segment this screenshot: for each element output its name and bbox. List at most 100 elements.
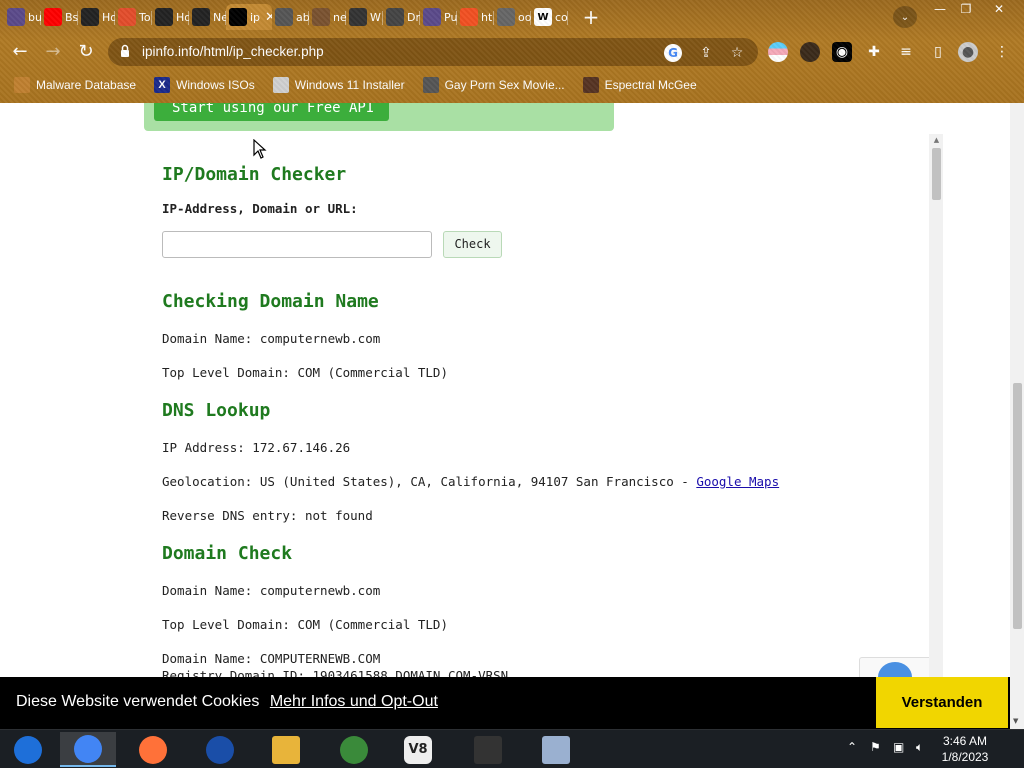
cookie-info-link[interactable]: Mehr Infos und Opt-Out	[270, 693, 438, 710]
v8-icon	[386, 8, 404, 26]
scroll-up-arrow-icon[interactable]: ▲	[932, 136, 941, 144]
domain-input[interactable]	[162, 231, 432, 258]
tab-3[interactable]: To	[115, 4, 152, 30]
taskbar-app-7[interactable]	[460, 732, 516, 767]
ipinfo-icon	[229, 8, 247, 26]
bookmark-label: Windows 11 Installer	[294, 78, 405, 92]
google-lens-icon[interactable]: G	[664, 44, 682, 62]
taskbar-app-4[interactable]	[258, 732, 314, 767]
avatar-icon	[582, 77, 599, 93]
reload-button[interactable]: ↻	[76, 42, 96, 62]
taskbar-app-5[interactable]	[326, 732, 382, 767]
minimize-button[interactable]: —	[926, 0, 954, 18]
show-hidden-icons-icon[interactable]: ⌃	[847, 740, 857, 754]
system-clock[interactable]: 3:46 AM 1/8/2023	[930, 733, 1000, 765]
section-title-dns-lookup: DNS Lookup	[162, 400, 271, 421]
tab-0[interactable]: bu	[4, 4, 41, 30]
cookie-message: Diese Website verwendet Cookies Mehr Inf…	[16, 693, 438, 711]
youtube-icon	[44, 8, 62, 26]
geolocation-text: Geolocation: US (United States), CA, Cal…	[162, 474, 697, 489]
bookmark-3[interactable]: Gay Porn Sex Movie...	[422, 77, 565, 93]
windows-taskbar: ⌃ ⚑ ▣ 🔈︎ 3:46 AM 1/8/2023 V8	[0, 729, 1024, 768]
tab-5[interactable]: Ne	[189, 4, 226, 30]
reverse-dns-text: Reverse DNS entry: not found	[162, 508, 373, 523]
tab-13[interactable]: oo	[494, 4, 531, 30]
page-scroll-thumb[interactable]	[1013, 383, 1022, 629]
v8-icon: V8	[404, 735, 432, 764]
taskbar-app-0[interactable]	[0, 732, 56, 767]
checker-title: IP/Domain Checker	[162, 164, 347, 185]
profile-extension-icon[interactable]	[800, 42, 820, 62]
tab-11[interactable]: Pu	[420, 4, 457, 30]
bookmark-star-icon[interactable]: ☆	[728, 44, 746, 62]
tab-6[interactable]: ip ✕	[226, 4, 272, 30]
taskbar-app-1[interactable]	[60, 732, 116, 767]
bookmark-4[interactable]: Espectral McGee	[582, 77, 697, 93]
taskbar-app-6[interactable]: V8	[390, 732, 446, 767]
firefox-icon	[139, 735, 167, 764]
close-window-button[interactable]: ✕	[985, 0, 1013, 18]
tab-8[interactable]: ne	[309, 4, 346, 30]
content-scroll-thumb[interactable]	[932, 148, 941, 200]
taskbar-app-3[interactable]	[192, 732, 248, 767]
domain-check-name-text: Domain Name: computernewb.com	[162, 583, 381, 598]
setup-disc-icon	[542, 735, 570, 764]
google-maps-link[interactable]: Google Maps	[696, 474, 779, 489]
building-icon	[349, 8, 367, 26]
tab-4[interactable]: Ho	[152, 4, 189, 30]
bookmark-2[interactable]: Windows 11 Installer	[272, 77, 405, 93]
bookmark-label: Malware Database	[36, 78, 137, 92]
scroll-down-arrow-icon[interactable]: ▼	[1013, 717, 1018, 725]
content-scrollbar[interactable]: ▲	[929, 134, 943, 677]
tld-text: Top Level Domain: COM (Commercial TLD)	[162, 365, 448, 380]
trans-flag-extension-icon[interactable]	[768, 42, 788, 62]
forward-button[interactable]: →	[43, 42, 63, 62]
mask-extension-icon[interactable]: ◉	[832, 42, 852, 62]
tab-search-button[interactable]: ⌄	[893, 6, 917, 28]
tab-12[interactable]: ht	[457, 4, 494, 30]
new-tab-button[interactable]: +	[578, 4, 604, 30]
check-button[interactable]: Check	[443, 231, 502, 258]
network-people-icon	[340, 735, 368, 764]
obama-logo-icon	[206, 735, 234, 764]
recaptcha-badge[interactable]	[859, 657, 929, 677]
section-title-checking-domain: Checking Domain Name	[162, 291, 379, 312]
network-icon[interactable]: ▣	[893, 740, 904, 754]
colorful-icon	[118, 8, 136, 26]
restore-button[interactable]: ❐	[952, 0, 980, 18]
browser-chrome: bu Bs Ho To Ho Ne ip ✕ ab ne W Dr Pu ht oo Wco + ⌄ — ❐ ✕…	[0, 0, 1024, 103]
tab-7[interactable]: ab	[272, 4, 309, 30]
tab-14[interactable]: Wco	[531, 4, 568, 30]
profile-avatar-icon[interactable]: ●	[958, 42, 978, 62]
tab-10[interactable]: Dr	[383, 4, 420, 30]
start-icon	[14, 735, 42, 764]
volume-icon[interactable]: 🔈︎	[916, 740, 923, 755]
reading-list-icon[interactable]: ≡	[896, 42, 916, 62]
globe-icon	[497, 8, 515, 26]
taskbar-app-8[interactable]	[528, 732, 584, 767]
tab-9[interactable]: W	[346, 4, 383, 30]
section-title-domain-check: Domain Check	[162, 543, 293, 564]
api-promo-box: Start using our Free API	[144, 103, 614, 131]
bookmark-label: Windows ISOs	[176, 78, 255, 92]
page-scrollbar[interactable]	[1010, 103, 1024, 677]
cookie-accept-button[interactable]: Verstanden	[876, 677, 1008, 728]
page-scrollbar-track: ▼	[1010, 677, 1024, 729]
share-icon[interactable]: ⇪	[697, 44, 715, 62]
free-api-button[interactable]: Start using our Free API	[154, 103, 389, 121]
flag-icon[interactable]: ⚑	[870, 740, 881, 754]
menu-kebab-icon[interactable]: ⋮	[992, 42, 1012, 62]
extensions-puzzle-icon[interactable]: ✚	[864, 42, 884, 62]
tab-label: ht	[481, 10, 493, 24]
address-bar[interactable]: ipinfo.info/html/ip_checker.php G ⇪ ☆	[108, 38, 758, 66]
bookmark-1[interactable]: X Windows ISOs	[154, 77, 255, 93]
side-panel-icon[interactable]: ▯	[928, 42, 948, 62]
input-label: IP-Address, Domain or URL:	[162, 201, 358, 216]
tab-1[interactable]: Bs	[41, 4, 78, 30]
mouse-cursor-icon	[253, 139, 267, 159]
tab-2[interactable]: Ho	[78, 4, 115, 30]
close-tab-icon[interactable]: ✕	[265, 10, 272, 25]
taskbar-app-2[interactable]	[125, 732, 181, 767]
back-button[interactable]: ←	[10, 42, 30, 62]
bookmark-0[interactable]: Malware Database	[14, 77, 136, 93]
